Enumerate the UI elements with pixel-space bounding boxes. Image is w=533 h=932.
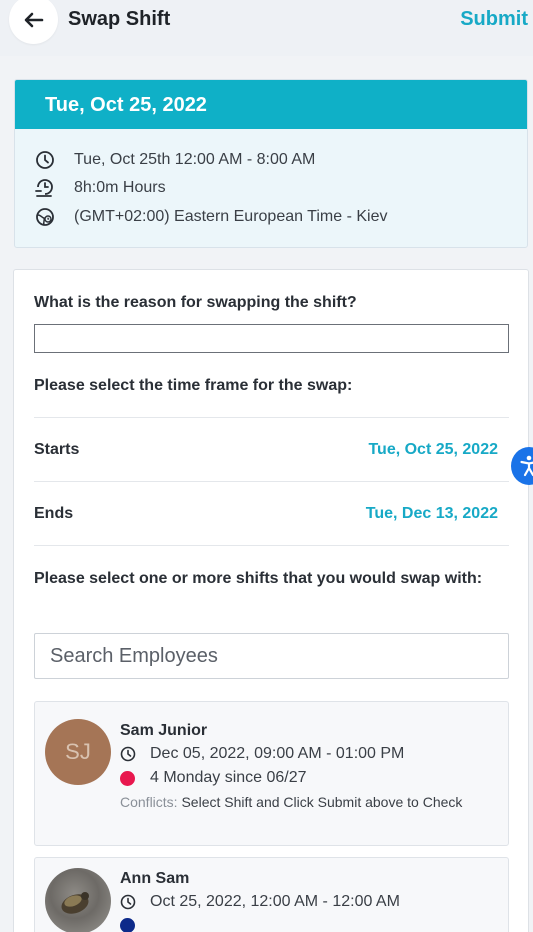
reason-input[interactable]: [34, 324, 509, 353]
clock-icon: [35, 150, 55, 170]
clock-icon: [120, 894, 136, 910]
shift-timezone-row: (GMT+02:00) Eastern European Time - Kiev: [35, 207, 387, 227]
employee-schedule: [120, 918, 150, 932]
top-bar: Swap Shift Submit: [0, 0, 533, 56]
employee-shift-time: Oct 25, 2022, 12:00 AM - 12:00 AM: [120, 893, 400, 911]
employee-schedule: 4 Monday since 06/27: [120, 769, 307, 787]
globe-clock-icon: [35, 207, 55, 227]
status-dot: [120, 770, 135, 786]
shift-timezone-text: (GMT+02:00) Eastern European Time - Kiev: [74, 208, 388, 225]
reason-question: What is the reason for swapping the shif…: [34, 294, 357, 311]
accessibility-icon: [520, 455, 533, 477]
shift-summary-card: Tue, Oct 25, 2022 Tue, Oct 25th 12:00 AM…: [14, 79, 528, 248]
submit-button[interactable]: Submit: [460, 8, 528, 31]
divider: [34, 545, 509, 546]
shifts-question: Please select one or more shifts that yo…: [34, 570, 483, 587]
avatar: [45, 868, 111, 932]
divider: [34, 417, 509, 418]
status-dot: [120, 918, 135, 932]
avatar: SJ: [45, 719, 111, 785]
timeframe-question: Please select the time frame for the swa…: [34, 377, 353, 394]
search-employees-input[interactable]: [34, 633, 509, 679]
ends-label: Ends: [34, 505, 74, 522]
employee-shift-card[interactable]: SJ Sam Junior Dec 05, 2022, 09:00 AM - 0…: [34, 701, 509, 846]
ends-date-picker[interactable]: Tue, Dec 13, 2022: [366, 505, 498, 523]
conflicts-text: Select Shift and Click Submit above to C…: [181, 794, 463, 810]
employee-conflicts: Conflicts: Select Shift and Click Submit…: [120, 791, 490, 813]
conflicts-label: Conflicts:: [120, 794, 178, 810]
employee-shift-time-text: Oct 25, 2022, 12:00 AM - 12:00 AM: [150, 893, 400, 910]
avatar-photo: [61, 892, 89, 914]
swap-form-card: What is the reason for swapping the shif…: [13, 269, 529, 932]
employee-shift-card[interactable]: Ann Sam Oct 25, 2022, 12:00 AM - 12:00 A…: [34, 857, 509, 932]
shift-time-row: Tue, Oct 25th 12:00 AM - 8:00 AM: [35, 150, 315, 170]
employee-schedule-text: 4 Monday since 06/27: [150, 769, 307, 786]
divider: [34, 481, 509, 482]
back-button[interactable]: [9, 0, 58, 44]
shift-duration-text: 8h:0m Hours: [74, 179, 166, 196]
hourglass-timer-icon: [35, 178, 55, 198]
shift-time-text: Tue, Oct 25th 12:00 AM - 8:00 AM: [74, 151, 316, 168]
employee-shift-time: Dec 05, 2022, 09:00 AM - 01:00 PM: [120, 745, 404, 763]
employee-shift-time-text: Dec 05, 2022, 09:00 AM - 01:00 PM: [150, 745, 405, 762]
starts-date-picker[interactable]: Tue, Oct 25, 2022: [368, 441, 498, 459]
shift-duration-row: 8h:0m Hours: [35, 178, 166, 198]
arrow-left-icon: [24, 12, 43, 27]
shift-date-header: Tue, Oct 25, 2022: [15, 80, 527, 129]
clock-icon: [120, 746, 136, 762]
page-title: Swap Shift: [68, 8, 171, 30]
employee-name: Ann Sam: [120, 870, 190, 887]
employee-name: Sam Junior: [120, 722, 208, 739]
starts-label: Starts: [34, 441, 80, 458]
